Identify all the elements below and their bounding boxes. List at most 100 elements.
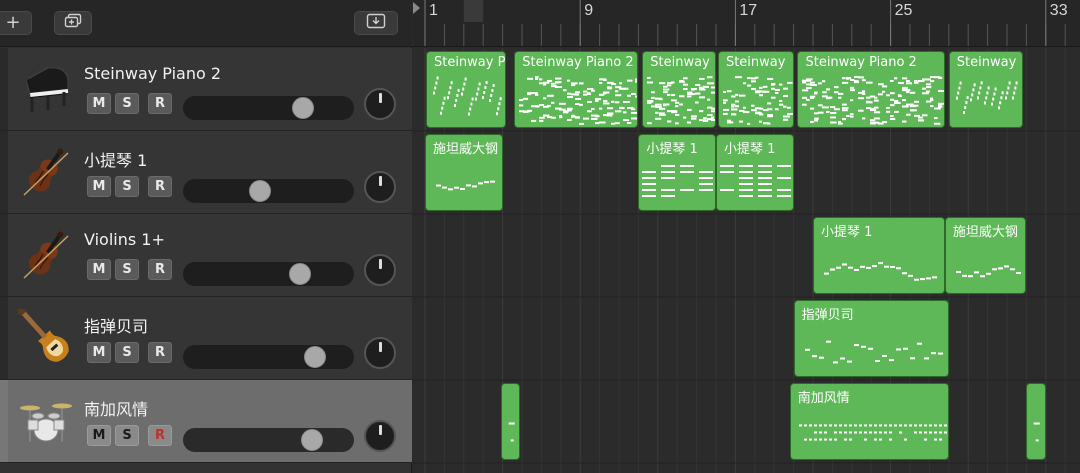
- record-enable-button[interactable]: R: [148, 425, 172, 446]
- midi-note: [984, 96, 987, 100]
- midi-note: [997, 267, 1003, 270]
- solo-button[interactable]: S: [115, 93, 139, 114]
- volume-slider-track[interactable]: [183, 345, 354, 369]
- midi-region[interactable]: Steinway P: [425, 51, 507, 128]
- midi-region[interactable]: 施坦威大钢: [425, 134, 503, 211]
- volume-slider-track[interactable]: [183, 96, 354, 120]
- pan-knob[interactable]: [364, 420, 396, 452]
- midi-region[interactable]: 小提琴 1: [716, 134, 794, 211]
- volume-slider-knob[interactable]: [289, 263, 311, 285]
- track-row[interactable]: 南加风情 M S R: [0, 380, 412, 463]
- region-name: Steinway Piano 2: [805, 55, 917, 70]
- midi-region[interactable]: [500, 383, 521, 460]
- midi-note: [798, 424, 802, 427]
- midi-note: [679, 95, 685, 98]
- midi-region[interactable]: [1026, 383, 1046, 460]
- volume-slider[interactable]: [183, 261, 354, 287]
- add-track-button[interactable]: +: [0, 11, 32, 35]
- solo-button[interactable]: S: [115, 425, 139, 446]
- midi-region[interactable]: Steinway: [642, 51, 716, 128]
- midi-note: [842, 109, 849, 112]
- midi-note: [965, 101, 968, 105]
- record-enable-button[interactable]: R: [148, 342, 172, 363]
- track-name[interactable]: 南加风情: [84, 396, 148, 420]
- record-enable-button[interactable]: R: [148, 93, 172, 114]
- midi-note: [882, 121, 888, 124]
- solo-button[interactable]: S: [115, 342, 139, 363]
- download-button[interactable]: [354, 11, 398, 35]
- midi-note: [591, 117, 598, 120]
- track-name[interactable]: Steinway Piano 2: [84, 64, 221, 83]
- mute-button[interactable]: M: [87, 93, 111, 114]
- track-name[interactable]: 小提琴 1: [84, 147, 147, 171]
- track-row[interactable]: 小提琴 1 MSR: [0, 131, 412, 214]
- track-row[interactable]: Violins 1+ M S R: [0, 214, 412, 297]
- mute-button[interactable]: M: [87, 176, 111, 197]
- volume-slider-track[interactable]: [183, 428, 354, 452]
- midi-note: [813, 424, 817, 427]
- volume-slider-knob[interactable]: [301, 429, 323, 451]
- midi-note: [730, 108, 738, 111]
- volume-slider-knob[interactable]: [249, 180, 271, 202]
- midi-note: [890, 98, 895, 101]
- midi-note: [477, 87, 480, 91]
- duplicate-track-button[interactable]: [54, 11, 92, 35]
- midi-region[interactable]: 施坦威大钢: [944, 217, 1027, 294]
- midi-region[interactable]: 南加风情: [789, 383, 949, 460]
- pan-knob[interactable]: [364, 337, 396, 369]
- volume-slider[interactable]: [183, 178, 354, 204]
- pan-knob[interactable]: [364, 171, 396, 203]
- midi-note: [661, 195, 676, 197]
- midi-note: [631, 117, 638, 120]
- mute-button[interactable]: M: [87, 425, 111, 446]
- midi-note: [675, 113, 680, 116]
- volume-slider[interactable]: [183, 95, 354, 121]
- midi-region[interactable]: 指弹贝司: [793, 300, 949, 377]
- volume-slider-knob[interactable]: [304, 346, 326, 368]
- mute-button[interactable]: M: [87, 342, 111, 363]
- midi-note: [490, 94, 493, 98]
- record-enable-button[interactable]: R: [148, 176, 172, 197]
- midi-note: [449, 86, 452, 90]
- midi-note: [972, 88, 975, 92]
- midi-note: [973, 83, 976, 87]
- track-name[interactable]: 指弹贝司: [84, 313, 148, 337]
- pan-knob[interactable]: [364, 254, 396, 286]
- pan-knob[interactable]: [364, 88, 396, 120]
- midi-region[interactable]: 小提琴 1: [638, 134, 716, 211]
- record-enable-button[interactable]: R: [148, 259, 172, 280]
- midi-note: [699, 177, 714, 179]
- mute-button[interactable]: M: [87, 259, 111, 280]
- midi-note: [838, 431, 842, 434]
- midi-note: [818, 104, 824, 107]
- midi-note: [955, 96, 958, 100]
- solo-button[interactable]: S: [115, 259, 139, 280]
- midi-region[interactable]: Steinway Piano 2: [797, 51, 945, 128]
- midi-note: [575, 91, 581, 94]
- midi-note: [1001, 91, 1004, 95]
- track-row[interactable]: 指弹贝司 M S R: [0, 297, 412, 380]
- midi-note: [890, 104, 896, 107]
- solo-button[interactable]: S: [115, 176, 139, 197]
- volume-slider-knob[interactable]: [292, 97, 314, 119]
- track-name[interactable]: Violins 1+: [84, 230, 165, 249]
- midi-note: [547, 79, 553, 82]
- volume-slider-track[interactable]: [183, 262, 354, 286]
- midi-note: [579, 103, 584, 106]
- midi-region[interactable]: Steinway: [948, 51, 1023, 128]
- midi-region[interactable]: Steinway Piano 2: [514, 51, 639, 128]
- midi-note: [997, 106, 1000, 110]
- midi-note: [543, 97, 547, 100]
- track-row[interactable]: Steinway Piano 2 MSR: [0, 48, 412, 131]
- midi-note: [758, 94, 763, 97]
- midi-note: [758, 107, 764, 110]
- volume-slider[interactable]: [183, 427, 354, 453]
- midi-region[interactable]: Steinway: [717, 51, 794, 128]
- volume-slider[interactable]: [183, 344, 354, 370]
- midi-note: [818, 111, 825, 114]
- midi-region[interactable]: 小提琴 1: [813, 217, 945, 294]
- midi-note: [726, 119, 731, 122]
- midi-note: [611, 100, 615, 103]
- midi-note: [631, 92, 637, 95]
- timeline-ruler[interactable]: 1 9 17 25 33: [413, 0, 1080, 47]
